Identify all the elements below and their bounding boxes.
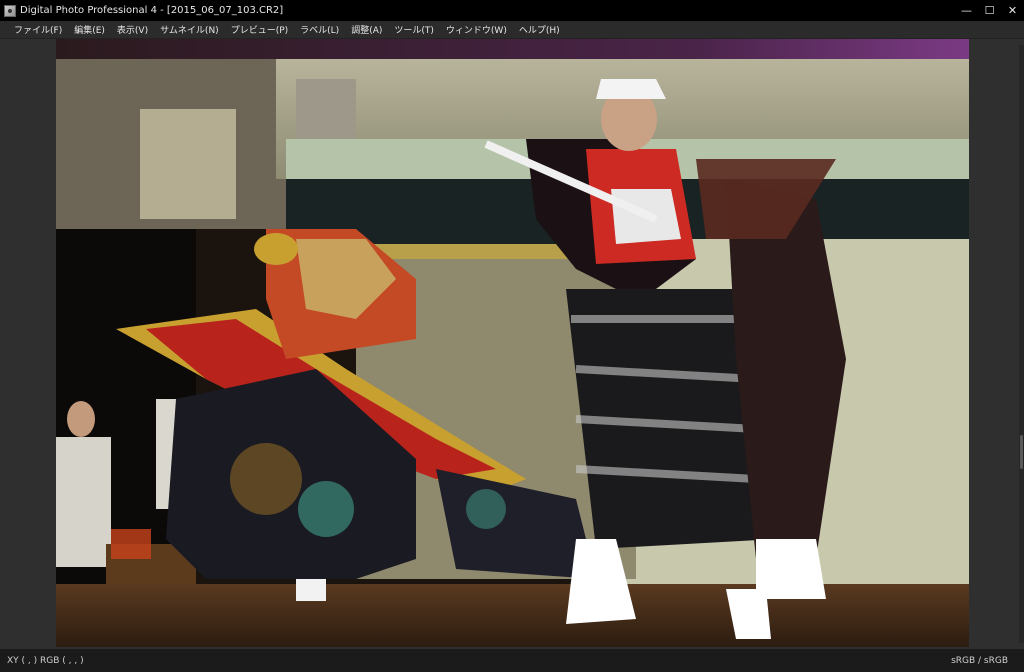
- menu-bar: ファイル(F) 編集(E) 表示(V) サムネイル(N) プレビュー(P) ラベ…: [0, 21, 1024, 39]
- menu-file[interactable]: ファイル(F): [0, 23, 68, 36]
- preview-image[interactable]: [56, 39, 969, 647]
- menu-thumbnail[interactable]: サムネイル(N): [154, 23, 225, 36]
- minimize-button[interactable]: —: [955, 0, 978, 21]
- maximize-icon: ☐: [984, 4, 995, 17]
- menu-window[interactable]: ウィンドウ(W): [440, 23, 513, 36]
- menu-adjust[interactable]: 調整(A): [345, 23, 388, 36]
- window-title: Digital Photo Professional 4 - [2015_06_…: [20, 5, 284, 16]
- menu-view[interactable]: 表示(V): [111, 23, 154, 36]
- status-bar: XY ( , ) RGB ( , , ) sRGB / sRGB: [0, 649, 1024, 672]
- maximize-button[interactable]: ☐: [978, 0, 1001, 21]
- close-icon: ✕: [1007, 4, 1018, 17]
- window-controls: — ☐ ✕: [955, 0, 1024, 21]
- photo-canvas: [56, 39, 969, 647]
- minimize-icon: —: [961, 4, 972, 17]
- app-icon: [4, 4, 16, 17]
- menu-tools[interactable]: ツール(T): [388, 23, 440, 36]
- scrollbar-thumb[interactable]: [1020, 435, 1023, 469]
- menu-label[interactable]: ラベル(L): [294, 23, 345, 36]
- vertical-scrollbar[interactable]: [1019, 45, 1024, 643]
- close-button[interactable]: ✕: [1001, 0, 1024, 21]
- title-bar: Digital Photo Professional 4 - [2015_06_…: [0, 0, 1024, 21]
- menu-help[interactable]: ヘルプ(H): [513, 23, 566, 36]
- menu-edit[interactable]: 編集(E): [68, 23, 111, 36]
- image-viewer[interactable]: [0, 39, 1024, 649]
- pixel-readout: XY ( , ) RGB ( , , ): [7, 655, 84, 666]
- menu-preview[interactable]: プレビュー(P): [225, 23, 294, 36]
- color-space: sRGB / sRGB: [951, 655, 1008, 666]
